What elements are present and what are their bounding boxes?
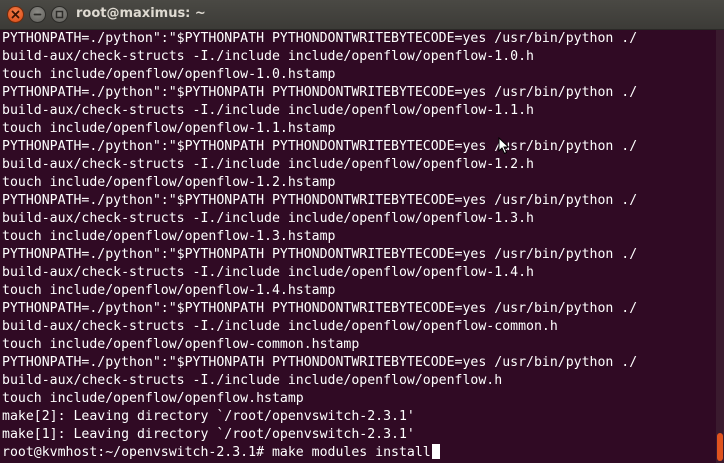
command-input[interactable]: make modules install: [272, 445, 431, 460]
minimize-icon: [33, 13, 42, 16]
terminal-line: touch include/openflow/openflow-common.h…: [2, 337, 360, 352]
mouse-pointer-icon: [498, 136, 510, 160]
close-icon: [11, 10, 20, 19]
terminal-line: make[1]: Leaving directory `/root/openvs…: [2, 427, 415, 442]
title-bar[interactable]: root@maximus: ~: [0, 0, 724, 30]
scrollbar-thumb[interactable]: [717, 433, 723, 461]
text-cursor: [431, 444, 440, 459]
scrollbar[interactable]: [716, 30, 724, 463]
close-button[interactable]: [7, 6, 24, 23]
prompt-line[interactable]: root@kvmhost:~/openvswitch-2.3.1# make m…: [0, 444, 712, 462]
terminal-line: touch include/openflow/openflow-1.1.hsta…: [2, 121, 336, 136]
maximize-button[interactable]: [51, 6, 68, 23]
terminal-line: PYTHONPATH=./python":"$PYTHONPATH PYTHON…: [2, 247, 638, 262]
terminal-line: touch include/openflow/openflow-1.3.hsta…: [2, 229, 336, 244]
terminal-window: root@maximus: ~ PYTHONPATH=./python":"$P…: [0, 0, 724, 463]
terminal-line: PYTHONPATH=./python":"$PYTHONPATH PYTHON…: [2, 139, 638, 154]
terminal-line: touch include/openflow/openflow.hstamp: [2, 391, 304, 406]
terminal-line: build-aux/check-structs -I./include incl…: [2, 49, 534, 64]
terminal-line: build-aux/check-structs -I./include incl…: [2, 373, 503, 388]
maximize-icon: [55, 10, 64, 19]
terminal-line: touch include/openflow/openflow-1.0.hsta…: [2, 67, 336, 82]
terminal-line: make[2]: Leaving directory `/root/openvs…: [2, 409, 415, 424]
shell-prompt: root@kvmhost:~/openvswitch-2.3.1#: [2, 445, 272, 460]
terminal-line: build-aux/check-structs -I./include incl…: [2, 211, 534, 226]
terminal-line: PYTHONPATH=./python":"$PYTHONPATH PYTHON…: [2, 355, 638, 370]
terminal-line: PYTHONPATH=./python":"$PYTHONPATH PYTHON…: [2, 301, 638, 316]
terminal-line: touch include/openflow/openflow-1.2.hsta…: [2, 175, 336, 190]
terminal-line: build-aux/check-structs -I./include incl…: [2, 319, 558, 334]
terminal-line: PYTHONPATH=./python":"$PYTHONPATH PYTHON…: [2, 193, 638, 208]
terminal-output[interactable]: PYTHONPATH=./python":"$PYTHONPATH PYTHON…: [0, 30, 712, 463]
terminal-line: PYTHONPATH=./python":"$PYTHONPATH PYTHON…: [2, 85, 638, 100]
minimize-button[interactable]: [29, 6, 46, 23]
terminal-line: touch include/openflow/openflow-1.4.hsta…: [2, 283, 336, 298]
window-title: root@maximus: ~: [76, 6, 206, 21]
terminal-line: build-aux/check-structs -I./include incl…: [2, 157, 534, 172]
terminal-line: PYTHONPATH=./python":"$PYTHONPATH PYTHON…: [2, 31, 638, 46]
terminal-line: build-aux/check-structs -I./include incl…: [2, 103, 534, 118]
terminal-line: build-aux/check-structs -I./include incl…: [2, 265, 534, 280]
